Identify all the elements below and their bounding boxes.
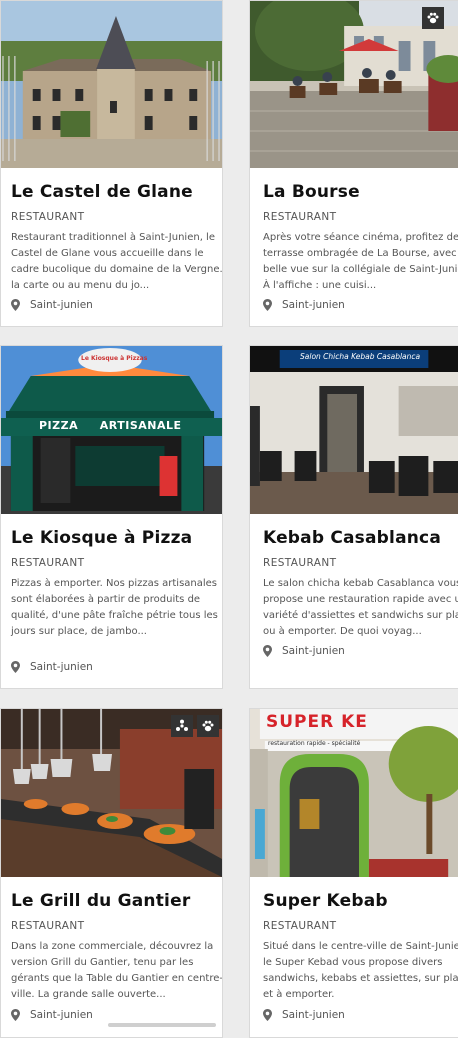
card-location: Saint-junien (263, 645, 345, 657)
card-title[interactable]: Le Kiosque à Pizza (11, 528, 192, 548)
card-category: RESTAURANT (11, 920, 85, 932)
map-pin-icon (263, 1009, 272, 1021)
card-location: Saint-junien (263, 1009, 345, 1021)
kebab-sign: Salon Chicha Kebab Casablanca (300, 352, 421, 361)
restaurant-card-la-bourse[interactable]: La Bourse RESTAURANT Après votre séance … (249, 0, 458, 327)
card-title[interactable]: La Bourse (263, 182, 360, 202)
card-title[interactable]: Super Kebab (263, 891, 388, 911)
location-label: Saint-junien (282, 299, 345, 311)
card-location: Saint-junien (263, 299, 345, 311)
location-label: Saint-junien (30, 1009, 93, 1021)
kiosk-top-sign: Le Kiosque à Pizzas (81, 355, 148, 362)
card-location: Saint-junien (11, 299, 93, 311)
shopfront-photo[interactable]: SUPER KE restauration rapide - spécialit… (250, 709, 458, 877)
card-description: Restaurant traditionnel à Saint-Junien, … (11, 232, 223, 291)
card-description: Situé dans le centre-ville de Saint-Juni… (263, 941, 458, 1000)
card-category: RESTAURANT (11, 211, 85, 223)
location-label: Saint-junien (282, 1009, 345, 1021)
shop-sign-sub: restauration rapide - spécialité (268, 740, 361, 747)
shop-sign: SUPER KE (266, 712, 368, 732)
restaurant-card-grill-du-gantier[interactable]: Le Grill du Gantier RESTAURANT Dans la z… (0, 708, 223, 1038)
card-title[interactable]: Kebab Casablanca (263, 528, 441, 548)
kiosk-main-sign: PIZZA ARTISANALE (39, 419, 182, 432)
location-label: Saint-junien (30, 661, 93, 673)
map-pin-icon (11, 661, 20, 673)
pizza-kiosk-photo[interactable]: Le Kiosque à Pizzas PIZZA ARTISANALE (1, 346, 222, 514)
kebab-interior-photo[interactable]: Salon Chicha Kebab Casablanca (250, 346, 458, 514)
card-description: Le salon chicha kebab Casablanca vous pr… (263, 578, 458, 637)
map-pin-icon (263, 299, 272, 311)
map-pin-icon (263, 645, 272, 657)
pet-friendly-badge (422, 7, 444, 29)
card-description: Après votre séance cinéma, profitez de l… (263, 232, 458, 291)
restaurant-card-castel-de-glane[interactable]: Le Castel de Glane RESTAURANT Restaurant… (0, 0, 223, 327)
location-label: Saint-junien (282, 645, 345, 657)
card-title[interactable]: Le Grill du Gantier (11, 891, 190, 911)
paw-icon (427, 12, 439, 24)
card-description: Pizzas à emporter. Nos pizzas artisanale… (11, 578, 218, 637)
card-category: RESTAURANT (263, 211, 337, 223)
card-location: Saint-junien (11, 661, 93, 673)
restaurant-card-kebab-casablanca[interactable]: Salon Chicha Kebab Casablanca Kebab Casa… (249, 345, 458, 689)
castle-photo[interactable] (1, 1, 222, 168)
location-label: Saint-junien (30, 299, 93, 311)
restaurant-card-super-kebab[interactable]: SUPER KE restauration rapide - spécialit… (249, 708, 458, 1038)
card-location: Saint-junien (11, 1009, 93, 1021)
card-category: RESTAURANT (263, 920, 337, 932)
card-description: Dans la zone commerciale, découvrez la v… (11, 941, 223, 1000)
map-pin-icon (11, 1009, 20, 1021)
scrollbar-thumb[interactable] (108, 1023, 216, 1027)
wheelchair-icon (176, 719, 188, 731)
card-category: RESTAURANT (11, 557, 85, 569)
card-category: RESTAURANT (263, 557, 337, 569)
map-pin-icon (11, 299, 20, 311)
pet-friendly-badge (197, 715, 219, 737)
accessibility-badge (171, 715, 193, 737)
paw-icon (202, 720, 214, 732)
restaurant-card-kiosque-a-pizza[interactable]: Le Kiosque à Pizzas PIZZA ARTISANALE Le … (0, 345, 223, 689)
card-title[interactable]: Le Castel de Glane (11, 182, 193, 202)
